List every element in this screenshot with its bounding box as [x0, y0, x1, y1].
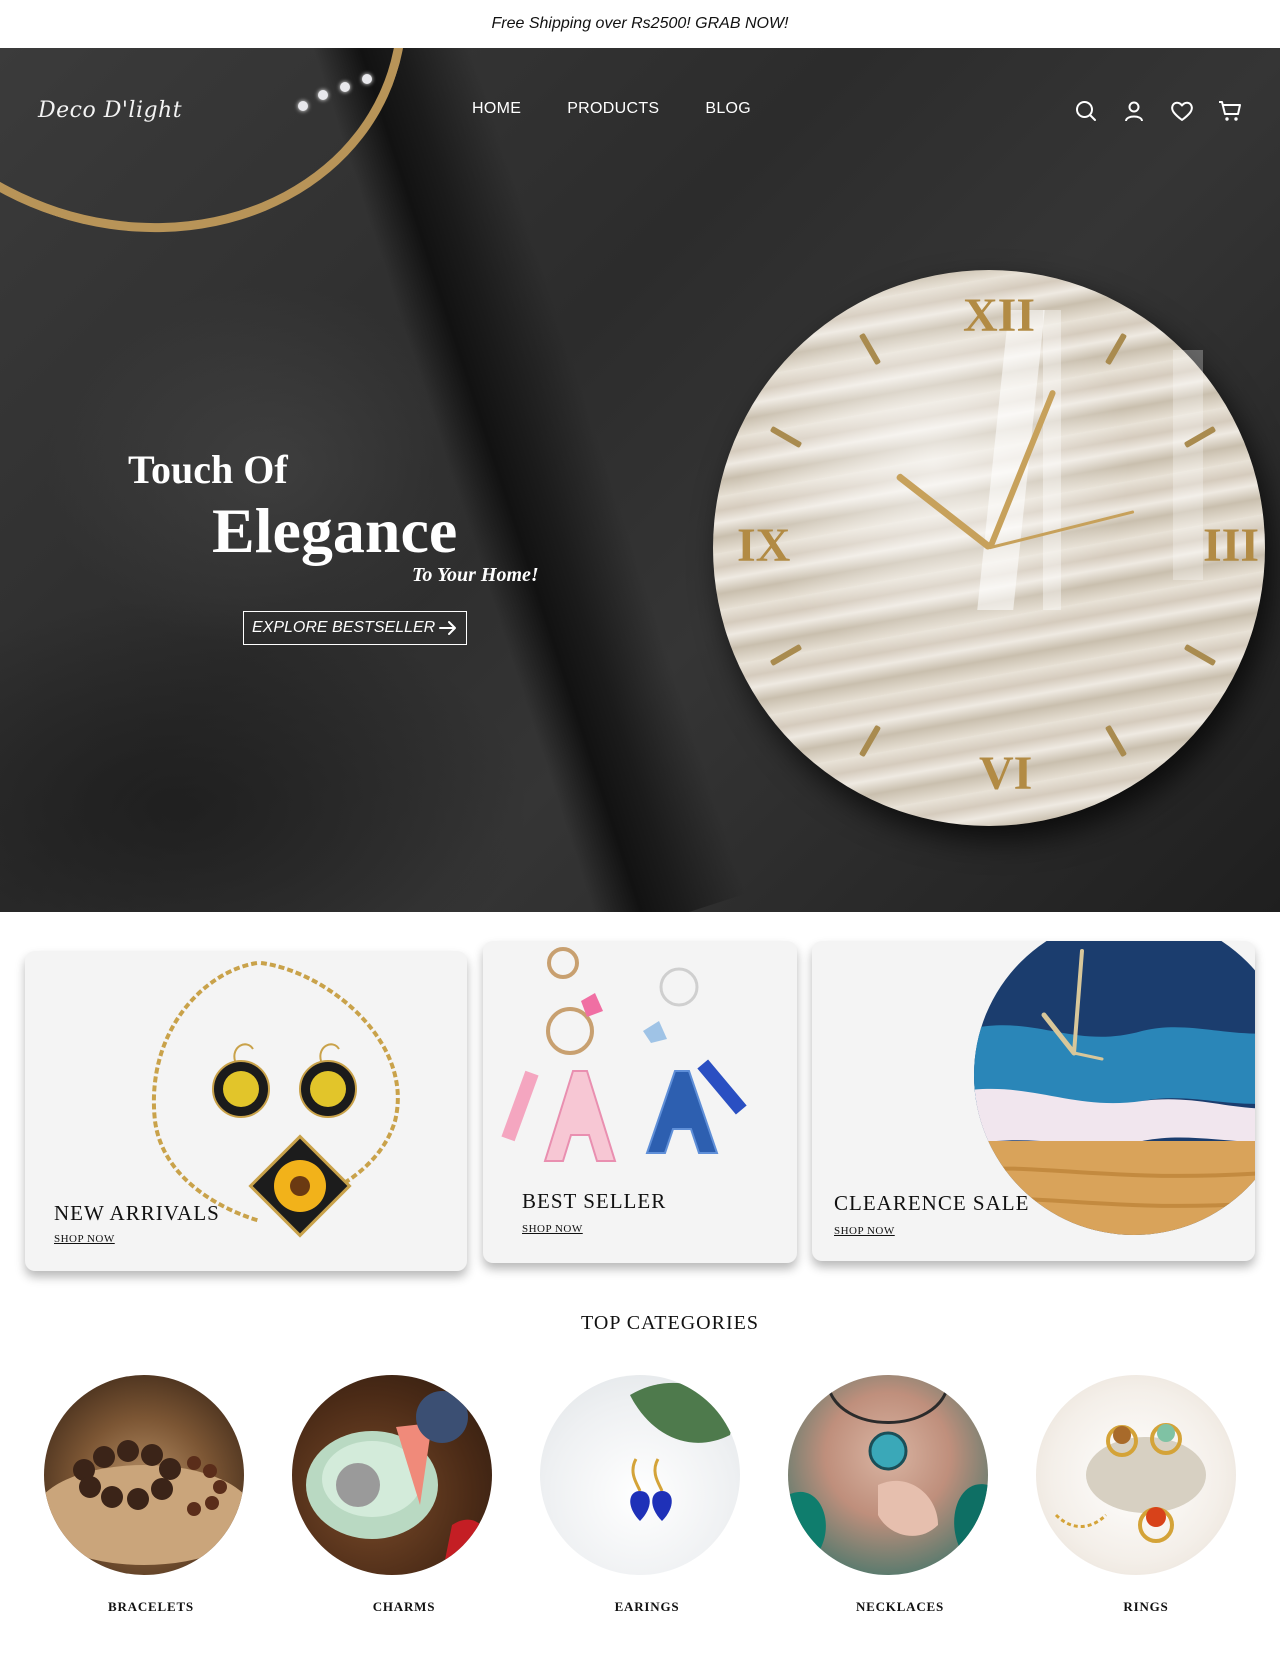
clock-tick: [858, 332, 882, 366]
promo-title: BEST SELLER: [522, 1189, 667, 1213]
clock-hour-hand: [895, 472, 993, 551]
hero-heading-line2: Elegance: [212, 495, 458, 566]
charm-image: [306, 1391, 491, 1575]
promo-card-clearance-sale[interactable]: CLEARENCE SALE SHOP NOW: [812, 941, 1255, 1261]
ring-image: [1054, 1423, 1206, 1543]
gem-decor: [362, 74, 372, 84]
category-earings-label[interactable]: EARINGS: [547, 1599, 747, 1615]
announcement-bar[interactable]: Free Shipping over Rs2500! GRAB NOW!: [0, 0, 1280, 48]
nav-blog[interactable]: BLOG: [705, 100, 751, 118]
nav-products[interactable]: PRODUCTS: [567, 100, 659, 118]
account-icon[interactable]: [1122, 99, 1146, 123]
necklace-pendant-image: [788, 1384, 988, 1575]
clock-tick: [1104, 332, 1128, 366]
nav-home[interactable]: HOME: [472, 100, 521, 118]
earring-image: [630, 1382, 732, 1521]
category-bracelets-label[interactable]: BRACELETS: [51, 1599, 251, 1615]
clock-numeral-3: III: [1203, 519, 1260, 572]
cart-icon[interactable]: [1218, 99, 1242, 123]
clock-numeral-12: XII: [963, 289, 1036, 342]
header-icons: [1074, 99, 1242, 123]
clock-numeral-6: VI: [979, 747, 1033, 800]
category-bracelets-image[interactable]: [44, 1375, 244, 1575]
category-rings-label[interactable]: RINGS: [1046, 1599, 1246, 1615]
category-necklaces-image[interactable]: [788, 1375, 988, 1575]
keychain-image: [501, 947, 747, 1162]
category-charms-label[interactable]: CHARMS: [304, 1599, 504, 1615]
hero-heading-line1: Touch Of: [128, 447, 288, 492]
hero-banner: XII III VI IX Touch Of Elegance To Your …: [0, 48, 1280, 912]
category-earings-image[interactable]: [540, 1375, 740, 1575]
resin-clock-image: XII III VI IX: [713, 270, 1265, 826]
explore-bestseller-label: EXPLORE BESTSELLER: [252, 619, 436, 636]
hero-heading-line3: To Your Home!: [412, 564, 539, 586]
clock-tick: [769, 643, 803, 667]
bracelet-image: [44, 1440, 244, 1565]
category-charms-image[interactable]: [292, 1375, 492, 1575]
main-nav: HOME PRODUCTS BLOG: [472, 100, 751, 118]
shop-now-link[interactable]: SHOP NOW: [54, 1233, 115, 1245]
gem-decor: [298, 101, 308, 111]
explore-bestseller-button[interactable]: EXPLORE BESTSELLER: [243, 611, 467, 645]
promo-title: NEW ARRIVALS: [54, 1201, 220, 1225]
glass-glare: [1173, 350, 1203, 580]
search-icon[interactable]: [1074, 99, 1098, 123]
gem-decor: [340, 82, 350, 92]
clock-tick: [858, 724, 882, 758]
clock-tick: [1104, 724, 1128, 758]
promo-card-new-arrivals[interactable]: NEW ARRIVALS SHOP NOW: [25, 951, 467, 1271]
slate-crack: [300, 48, 746, 912]
promo-card-best-seller[interactable]: BEST SELLER SHOP NOW: [483, 941, 797, 1263]
arrow-right-icon: [439, 621, 456, 635]
announcement-text: Free Shipping over Rs2500! GRAB NOW!: [491, 15, 789, 32]
gem-decor: [318, 90, 328, 100]
clock-tick: [769, 425, 803, 449]
site-logo[interactable]: Deco D'light: [38, 98, 182, 123]
glass-glare: [977, 310, 1045, 610]
category-necklaces-label[interactable]: NECKLACES: [800, 1599, 1000, 1615]
clock-numeral-9: IX: [737, 519, 791, 572]
shop-now-link[interactable]: SHOP NOW: [834, 1225, 895, 1237]
shop-now-link[interactable]: SHOP NOW: [522, 1223, 583, 1235]
promo-title: CLEARENCE SALE: [834, 1191, 1030, 1215]
category-rings-image[interactable]: [1036, 1375, 1236, 1575]
top-categories-heading: TOP CATEGORIES: [581, 1312, 759, 1334]
heart-icon[interactable]: [1170, 99, 1194, 123]
glass-glare: [1043, 310, 1061, 610]
clock-tick: [1183, 643, 1217, 667]
